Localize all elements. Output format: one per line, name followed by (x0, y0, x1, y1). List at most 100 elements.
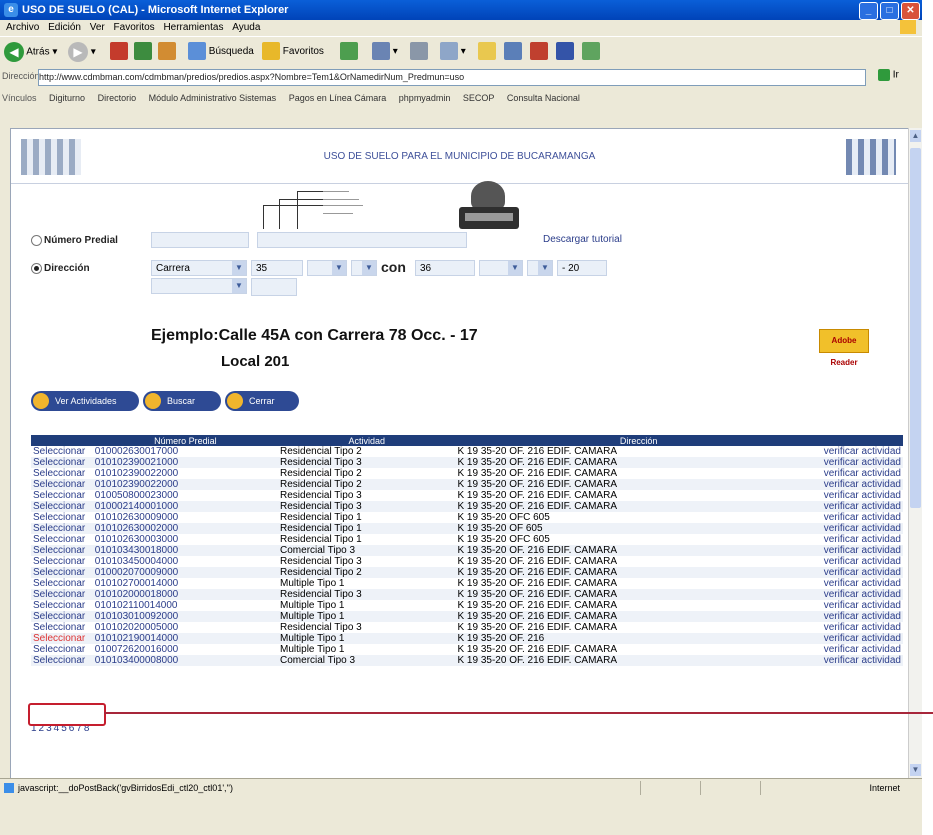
link-secop[interactable]: SECOP (463, 93, 495, 103)
menu-favoritos[interactable]: Favoritos (114, 22, 155, 33)
verificar-actividad-link[interactable]: verificar actividad (821, 501, 903, 512)
link-pagos[interactable]: Pagos en Línea Cámara (289, 93, 387, 103)
stop-button[interactable] (110, 42, 128, 62)
select-link[interactable]: Seleccionar (31, 512, 93, 523)
dir-letter1-select[interactable]: ▼ (307, 260, 347, 276)
select-link[interactable]: Seleccionar (31, 600, 93, 611)
select-link[interactable]: Seleccionar (31, 446, 93, 457)
adobe-reader-badge[interactable]: Adobe Reader (819, 329, 869, 367)
verificar-actividad-link[interactable]: verificar actividad (822, 490, 903, 501)
select-link[interactable]: Seleccionar (31, 556, 93, 567)
verificar-actividad-link[interactable]: verificar actividad (822, 468, 903, 479)
dir-extra-input[interactable] (251, 278, 297, 296)
verificar-actividad-link[interactable]: verificar actividad (821, 479, 903, 490)
select-link[interactable]: Seleccionar (31, 457, 93, 468)
select-link[interactable]: Seleccionar (31, 578, 93, 589)
numero-predial-input[interactable] (151, 232, 249, 248)
select-link[interactable]: Seleccionar (31, 523, 93, 534)
select-link[interactable]: Seleccionar (31, 501, 93, 512)
favorites-button[interactable]: Favoritos (262, 42, 324, 62)
dir-bis2-select[interactable]: ▼ (527, 260, 553, 276)
select-link[interactable]: Seleccionar (31, 589, 93, 600)
select-link[interactable]: Seleccionar (31, 479, 93, 490)
menu-archivo[interactable]: Archivo (6, 22, 39, 33)
discuss-button[interactable] (504, 42, 522, 62)
refresh-button[interactable] (134, 42, 152, 62)
verificar-actividad-link[interactable]: verificar actividad (821, 655, 903, 666)
link-modulo-administrativo[interactable]: Módulo Administrativo Sistemas (149, 93, 277, 103)
download-tutorial-link[interactable]: Descargar tutorial (543, 234, 622, 245)
direccion-radio[interactable] (31, 263, 42, 274)
close-button[interactable]: ✕ (901, 2, 920, 20)
dir-type-select[interactable]: Carrera ▼ (151, 260, 247, 276)
ver-actividades-button[interactable]: Ver Actividades (31, 391, 139, 411)
scroll-up-icon[interactable]: ▲ (910, 130, 921, 142)
verificar-actividad-link[interactable]: verificar actividad (821, 457, 903, 468)
mail-button[interactable]: ▾ (372, 42, 398, 62)
link-digiturno[interactable]: Digiturno (49, 93, 85, 103)
numero-predial-radio[interactable] (31, 235, 42, 246)
verificar-actividad-link[interactable]: verificar actividad (821, 611, 903, 622)
folder-button[interactable] (478, 42, 496, 62)
select-link[interactable]: Seleccionar (31, 567, 93, 578)
select-link[interactable]: Seleccionar (31, 468, 93, 479)
page-icon (4, 783, 14, 793)
verificar-actividad-link[interactable]: verificar actividad (822, 556, 903, 567)
verificar-actividad-link[interactable]: verificar actividad (821, 567, 903, 578)
cerrar-button[interactable]: Cerrar (225, 391, 299, 411)
verificar-actividad-link[interactable]: verificar actividad (822, 512, 903, 523)
verificar-actividad-link[interactable]: verificar actividad (821, 633, 903, 644)
dir-letter2-select[interactable]: ▼ (479, 260, 523, 276)
dir-num3-input[interactable]: - 20 (557, 260, 607, 276)
select-link[interactable]: Seleccionar (31, 622, 93, 633)
vertical-scrollbar[interactable]: ▲ ▼ (908, 128, 922, 778)
link-directorio[interactable]: Directorio (98, 93, 137, 103)
verificar-actividad-link[interactable]: verificar actividad (822, 644, 903, 655)
print-button[interactable] (410, 42, 428, 62)
research-button[interactable] (530, 42, 548, 62)
link-phpmyadmin[interactable]: phpmyadmin (399, 93, 451, 103)
select-link[interactable]: Seleccionar (31, 534, 93, 545)
buscar-button[interactable]: Buscar (143, 391, 221, 411)
select-link[interactable]: Seleccionar (31, 545, 93, 556)
select-link[interactable]: Seleccionar (31, 611, 93, 622)
edit-button[interactable]: ▾ (440, 42, 466, 62)
title-bar[interactable]: e USO DE SUELO (CAL) - Microsoft Interne… (0, 0, 922, 20)
select-link[interactable]: Seleccionar (31, 644, 93, 655)
dir-num1-input[interactable]: 35 (251, 260, 303, 276)
menu-ayuda[interactable]: Ayuda (232, 22, 260, 33)
address-input[interactable]: http://www.cdmbman.com/cdmbman/predios/p… (38, 69, 866, 86)
menu-edicion[interactable]: Edición (48, 22, 81, 33)
numero-predial-cell: 010050800023000 (94, 490, 179, 501)
messenger-button[interactable] (556, 42, 574, 62)
people-button[interactable] (582, 42, 600, 62)
menu-herramientas[interactable]: Herramientas (163, 22, 223, 33)
menu-ver[interactable]: Ver (90, 22, 105, 33)
dir-num2-input[interactable]: 36 (415, 260, 475, 276)
verificar-actividad-link[interactable]: verificar actividad (821, 523, 903, 534)
dir-bis1-select[interactable]: ▼ (351, 260, 377, 276)
scroll-thumb[interactable] (910, 148, 921, 508)
verificar-actividad-link[interactable]: verificar actividad (822, 534, 903, 545)
link-consulta[interactable]: Consulta Nacional (507, 93, 580, 103)
verificar-actividad-link[interactable]: verificar actividad (821, 589, 903, 600)
minimize-button[interactable]: _ (859, 2, 878, 20)
verificar-actividad-link[interactable]: verificar actividad (822, 600, 903, 611)
verificar-actividad-link[interactable]: verificar actividad (822, 446, 903, 457)
forward-button[interactable]: ▶ ▾ (68, 42, 96, 62)
verificar-actividad-link[interactable]: verificar actividad (822, 578, 903, 589)
home-button[interactable] (158, 42, 176, 62)
select-link[interactable]: Seleccionar (31, 655, 93, 666)
verificar-actividad-link[interactable]: verificar actividad (822, 622, 903, 633)
select-link[interactable]: Seleccionar (31, 490, 93, 501)
verificar-actividad-link[interactable]: verificar actividad (821, 545, 903, 556)
history-button[interactable] (340, 42, 358, 62)
search-button[interactable]: Búsqueda (188, 42, 254, 62)
select-link[interactable]: Seleccionar (31, 633, 93, 644)
numero-predial-input-2[interactable] (257, 232, 467, 248)
scroll-down-icon[interactable]: ▼ (910, 764, 921, 776)
maximize-button[interactable]: □ (880, 2, 899, 20)
back-button[interactable]: ◀ Atrás ▾ (4, 42, 57, 62)
go-button[interactable]: Ir (878, 69, 908, 85)
dir-cardinal-select[interactable]: ▼ (151, 278, 247, 294)
